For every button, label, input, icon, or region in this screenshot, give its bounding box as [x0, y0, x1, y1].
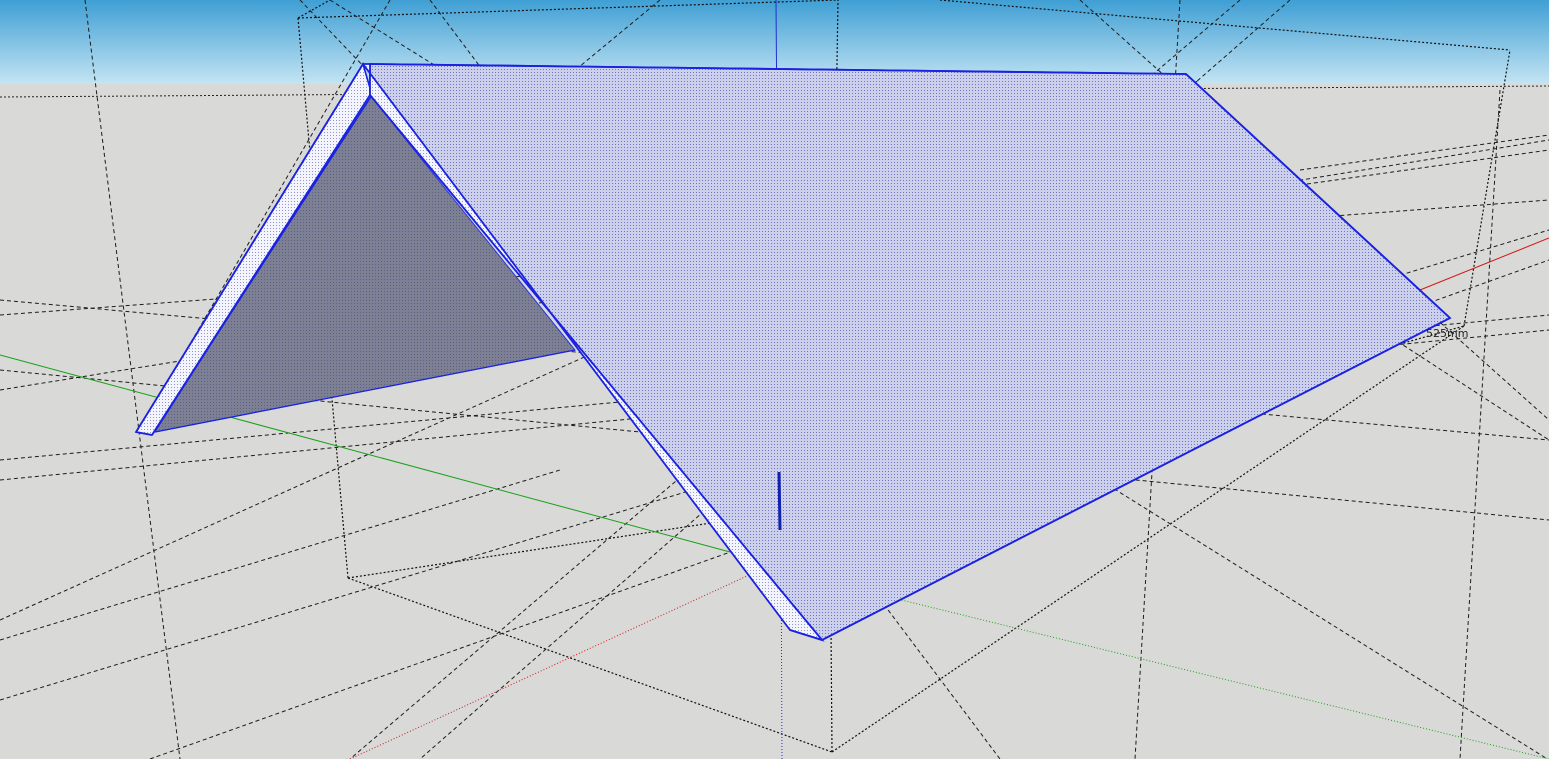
origin-marker [777, 471, 782, 531]
dimension-label: 525mm [1426, 327, 1468, 340]
model-viewport[interactable]: 525mm [0, 0, 1549, 759]
scene-canvas[interactable]: 525mm [0, 0, 1549, 759]
